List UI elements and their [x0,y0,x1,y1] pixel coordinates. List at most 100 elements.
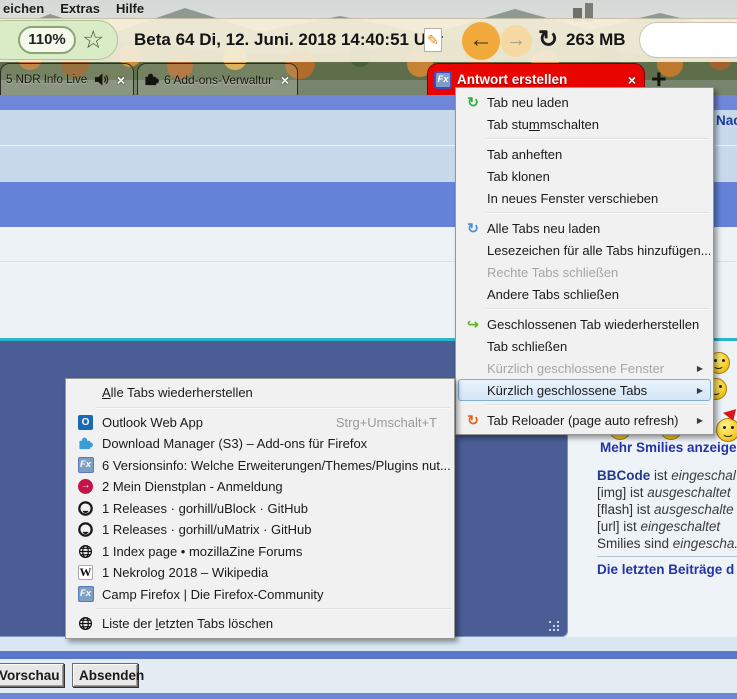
speaker-icon [94,72,109,87]
menu-separator [66,605,454,613]
menu-item-tab-anheften[interactable]: Tab anheften [458,143,711,165]
submenu-arrow-icon: ▶ [697,364,710,373]
recently-closed-tabs-submenu: Alle Tabs wiederherstellenOOutlook Web A… [65,378,455,639]
memory-usage-indicator: 263 MB [566,18,626,62]
menu-item-lle-tabs-wiederherstellen[interactable]: Alle Tabs wiederherstellen [68,382,452,404]
menu-lesezeichen[interactable]: eichen [3,1,44,19]
menu-item-1-releases-gorhill-ublock-github[interactable]: 1 Releases · gorhill/uBlock · GitHub [68,498,452,520]
menu-separator [66,404,454,412]
menu-item-lesezeichen-f-r-alle-tabs-hinzuf-gen[interactable]: Lesezeichen für alle Tabs hinzufügen... [458,239,711,261]
menu-item-alle-tabs-neu-laden[interactable]: ↻Alle Tabs neu laden [458,217,711,239]
tab-title: Antwort erstellen [452,72,620,87]
restore-tab-icon: ↪ [459,317,487,331]
menu-separator [456,401,713,409]
page-bottom-bar [0,693,737,699]
menu-hilfe[interactable]: Hilfe [116,1,144,19]
menu-item-1-nekrolog-2018-wikipedia[interactable]: W1 Nekrolog 2018 – Wikipedia [68,562,452,584]
tab-close-icon[interactable]: × [273,72,297,88]
footer-strip [0,637,737,651]
zoom-level-button[interactable]: 110% [18,26,76,54]
footer-blue-bar [0,651,737,659]
menu-item-label: Liste der letzten Tabs löschen [102,616,451,631]
github-icon [69,522,102,537]
tab-reloader-icon: ↻ [459,413,487,427]
tab-title: 6 Add-ons-Verwaltung [159,73,273,87]
tab-5-ndr-info-livestream-nd[interactable]: 5 NDR Info Livestream | ND × [0,63,134,95]
menu-item-label: 1 Nekrolog 2018 – Wikipedia [102,565,451,580]
menu-item-label: Kürzlich geschlossene Tabs [487,383,697,398]
bookmark-star-icon[interactable]: ☆ [82,22,104,58]
panel-divider [597,556,737,557]
menu-item-6-versionsinfo-welche-erweiterungen-them[interactable]: Fx6 Versionsinfo: Welche Erweiterungen/T… [68,455,452,477]
submit-button[interactable]: Absenden [72,663,138,687]
menu-item-label: Tab anheften [487,147,710,162]
menu-item-label: Andere Tabs schließen [487,287,710,302]
menu-item-tab-neu-laden[interactable]: ↻Tab neu laden [458,91,711,113]
resize-grip-icon[interactable] [549,621,551,623]
menu-item-label: Tab schließen [487,339,710,354]
reload-tab-icon: ↻ [459,95,487,109]
menu-item-mschalten[interactable]: Tab stummschalten [458,113,711,135]
menu-item-2-mein-dienstplan-anmeldung[interactable]: →2 Mein Dienstplan - Anmeldung [68,476,452,498]
menubar: eichen Extras Hilfe [0,0,737,19]
menu-item-k-rzlich-geschlossene-fenster[interactable]: Kürzlich geschlossene Fenster▶ [458,357,711,379]
santa-smiley-icon[interactable] [716,418,737,442]
wikipedia-icon: W [69,565,102,580]
menu-item-label: Rechte Tabs schließen [487,265,710,280]
menu-item-in-neues-fenster-verschieben[interactable]: In neues Fenster verschieben [458,187,711,209]
preview-button[interactable]: Vorschau [0,663,64,687]
menu-item-etzten-tabs-l-schen[interactable]: Liste der letzten Tabs löschen [68,613,452,635]
menu-separator [456,209,713,217]
more-smilies-link[interactable]: Mehr Smilies anzeige [600,440,737,455]
menu-item-tab-klonen[interactable]: Tab klonen [458,165,711,187]
bbcode-status-line: [url] ist eingeschaltet [597,518,737,535]
menu-item-label: Camp Firefox | Die Firefox-Community [102,587,451,602]
tab-6-add-ons-verwaltung[interactable]: 6 Add-ons-Verwaltung× [137,63,298,95]
menu-item-label: Tab neu laden [487,95,710,110]
globe-icon [69,616,102,631]
fx-icon: Fx [69,586,102,602]
globe-icon [69,544,102,559]
outlook-icon: O [69,415,102,430]
menu-item-label: Outlook Web App [102,415,336,430]
menu-extras[interactable]: Extras [60,1,100,19]
menu-item-outlook-web-app[interactable]: OOutlook Web AppStrg+Umschalt+T [68,412,452,434]
puzzle-icon-dark [144,72,159,87]
menu-item-shortcut: Strg+Umschalt+T [336,415,451,430]
menu-item-label: Alle Tabs wiederherstellen [102,385,451,400]
menu-separator [456,135,713,143]
menu-item-tab-reloader-page-auto-refresh[interactable]: ↻Tab Reloader (page auto refresh)▶ [458,409,711,431]
menu-item-k-rzlich-geschlossene-tabs[interactable]: Kürzlich geschlossene Tabs▶ [458,379,711,401]
menu-item-tab-schlie-en[interactable]: Tab schließen [458,335,711,357]
puzzle-icon [69,436,102,451]
menu-item-label: 6 Versionsinfo: Welche Erweiterungen/The… [102,458,451,473]
forward-button[interactable]: → [500,25,532,57]
menu-item-label: In neues Fenster verschieben [487,191,710,206]
submenu-arrow-icon: ▶ [697,416,710,425]
github-icon [69,501,102,516]
tab-title: 5 NDR Info Livestream | ND [1,74,88,86]
last-posts-link[interactable]: Die letzten Beiträge d [597,562,734,577]
menu-item-andere-tabs-schlie-en[interactable]: Andere Tabs schließen [458,283,711,305]
menu-item-camp-firefox-die-firefox-community[interactable]: FxCamp Firefox | Die Firefox-Community [68,584,452,606]
menu-item-label: 1 Index page • mozillaZine Forums [102,544,451,559]
bbcode-status-line: [flash] ist ausgeschalte [597,501,737,518]
nav-link[interactable]: Nac [716,113,737,128]
back-button[interactable]: ← [462,22,500,60]
menu-item-label: Tab stummschalten [487,117,710,132]
menu-item-1-index-page-mozillazine-forums[interactable]: 1 Index page • mozillaZine Forums [68,541,452,563]
search-input[interactable] [639,22,737,58]
menu-item-label: Tab Reloader (page auto refresh) [487,413,697,428]
note-pencil-icon[interactable]: ✎ [424,28,442,52]
menu-item-1-releases-gorhill-umatrix-github[interactable]: 1 Releases · gorhill/uMatrix · GitHub [68,519,452,541]
bbcode-status-line: [img] ist ausgeschaltet [597,484,737,501]
fx-icon: Fx [69,457,102,473]
menu-item-label: Tab klonen [487,169,710,184]
menu-item-geschlossenen-tab-wiederherstellen[interactable]: ↪Geschlossenen Tab wiederherstellen [458,313,711,335]
menu-item-download-manager-s3-add-ons-f-r-firefox[interactable]: Download Manager (S3) – Add-ons für Fire… [68,433,452,455]
tab-close-icon[interactable]: × [109,72,133,88]
tab-close-icon[interactable]: × [620,72,644,88]
bbcode-status-line: Smilies sind eingescha. [597,535,737,552]
reload-button[interactable]: ↻ [536,20,560,60]
menu-item-rechte-tabs-schlie-en[interactable]: Rechte Tabs schließen [458,261,711,283]
